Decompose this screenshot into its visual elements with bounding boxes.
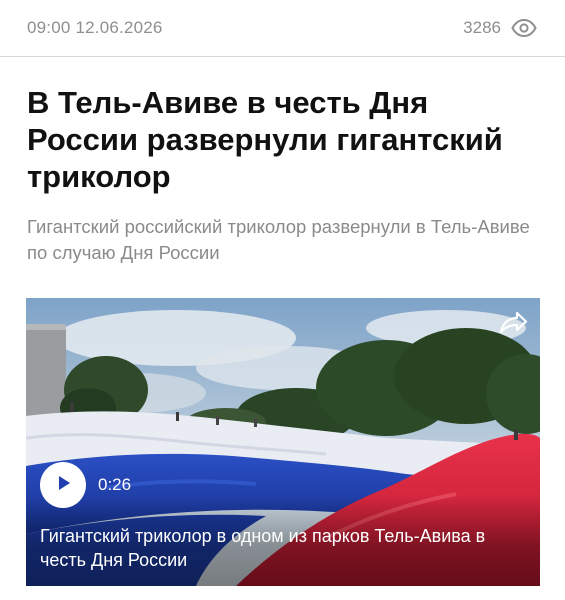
publish-datetime: 09:00 12.06.2026 — [27, 18, 163, 37]
meta-divider — [0, 56, 565, 57]
video-duration: 0:26 — [98, 475, 132, 494]
video-player[interactable]: 0:26 Гигантский триколор в одном из парк… — [26, 298, 540, 586]
play-icon — [53, 473, 73, 498]
share-icon[interactable] — [498, 310, 528, 336]
video-caption: Гигантский триколор в одном из парков Те… — [40, 526, 486, 570]
play-button[interactable] — [40, 462, 86, 508]
views-counter: 3286 — [463, 18, 537, 38]
article-lede: Гигантский российский триколор развернул… — [27, 216, 530, 263]
article-meta-bar: 09:00 12.06.2026 3286 — [0, 0, 565, 56]
article-title: В Тель-Авиве в честь Дня России разверну… — [27, 85, 503, 194]
article-page: 09:00 12.06.2026 3286 В Тель-Авиве в чес… — [0, 0, 565, 600]
views-count: 3286 — [463, 18, 501, 37]
eye-icon — [511, 19, 537, 37]
